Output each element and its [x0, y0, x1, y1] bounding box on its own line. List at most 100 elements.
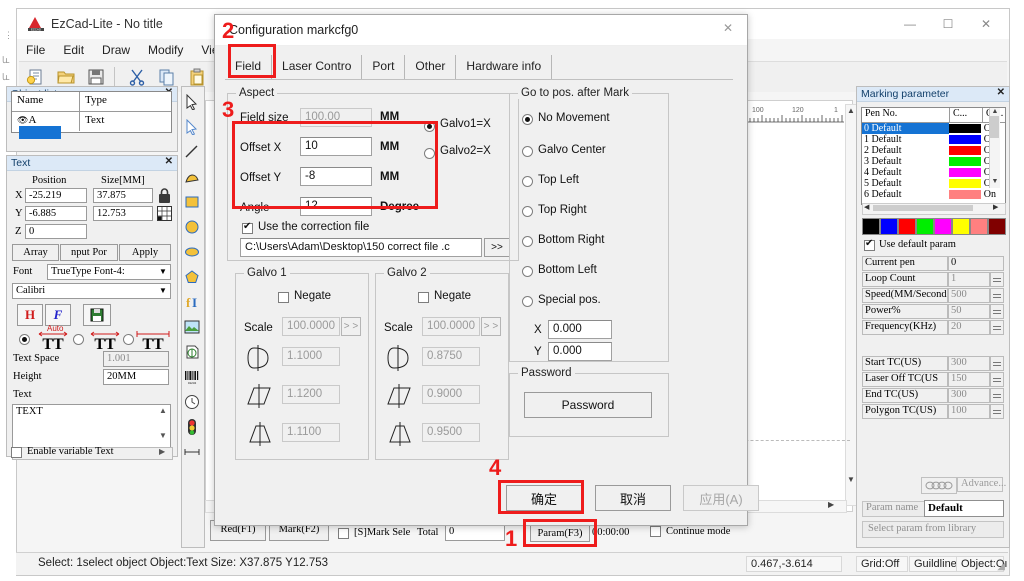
goto-special-pos-radio[interactable]: [522, 296, 533, 307]
height-input[interactable]: 20MM: [103, 369, 169, 385]
param-f3-button[interactable]: Param(F3): [530, 525, 590, 542]
palette-swatch[interactable]: [952, 218, 970, 235]
tab-field[interactable]: Field: [225, 55, 272, 79]
table-row[interactable]: 3 Default On: [862, 156, 1005, 167]
galvo1-negate-checkbox[interactable]: [278, 292, 289, 303]
spread-TT-icon[interactable]: TT: [135, 328, 171, 353]
tab-hardware-info[interactable]: Hardware info: [456, 55, 552, 79]
chain-links-icon[interactable]: [921, 477, 957, 494]
galvo1-scale-input[interactable]: 100.0000: [282, 317, 340, 336]
palette-swatch[interactable]: [988, 218, 1006, 235]
table-row[interactable]: 2 Default On: [862, 145, 1005, 156]
text-content-input[interactable]: TEXT: [12, 404, 171, 450]
galvo2-scale-more-button[interactable]: > >: [481, 317, 501, 336]
goto-top-left-radio[interactable]: [522, 176, 533, 187]
size-y-input[interactable]: 12.753: [93, 206, 153, 221]
table-row[interactable]: 1 Default On: [862, 134, 1005, 145]
field-size-input[interactable]: 100.00: [300, 108, 372, 127]
position-y-input[interactable]: -6.885: [25, 206, 87, 221]
chevron-down-icon[interactable]: ▼: [159, 267, 167, 276]
speed-input[interactable]: 500: [948, 288, 990, 303]
power-stepper[interactable]: [990, 304, 1004, 319]
pen-table-hscrollbar[interactable]: ◀ ▶: [862, 203, 1006, 215]
loop-count-stepper[interactable]: [990, 272, 1004, 287]
align-center-radio[interactable]: [73, 334, 84, 345]
cancel-button[interactable]: 取消: [595, 485, 671, 511]
galvo2-barrel-input[interactable]: 0.8750: [422, 347, 480, 366]
galvo2-scale-input[interactable]: 100.0000: [422, 317, 480, 336]
laser-off-tc-stepper[interactable]: [990, 372, 1004, 387]
text-icon[interactable]: fI: [182, 289, 202, 314]
palette-swatch[interactable]: [898, 218, 916, 235]
goto-no-movement-radio[interactable]: [522, 114, 533, 125]
apply-button[interactable]: 应用(A): [683, 485, 759, 511]
tab-laser-control[interactable]: Laser Contro: [272, 55, 362, 79]
galvo2-trapezoid-input[interactable]: 0.9500: [422, 423, 480, 442]
array-button[interactable]: Array: [12, 244, 59, 261]
curve-icon[interactable]: [182, 164, 202, 189]
bold-H-icon[interactable]: H: [17, 304, 43, 326]
speed-stepper[interactable]: [990, 288, 1004, 303]
laser-off-tc-input[interactable]: 150: [948, 372, 990, 387]
close-button[interactable]: ✕: [967, 13, 1005, 35]
pen-table[interactable]: Pen No. C... On.. 0 Default On 1 Default…: [861, 107, 1006, 205]
select-param-library-button[interactable]: Select param from library: [862, 521, 1004, 538]
dialog-close-icon[interactable]: ✕: [717, 21, 739, 39]
eye-visibility-icon[interactable]: 👁: [17, 115, 28, 125]
scroll-right-icon[interactable]: ▶: [159, 447, 165, 456]
start-tc-stepper[interactable]: [990, 356, 1004, 371]
traffic-light-icon[interactable]: [182, 414, 202, 439]
palette-swatch[interactable]: [916, 218, 934, 235]
menu-modify[interactable]: Modify: [139, 43, 192, 57]
close-icon[interactable]: ✕: [165, 156, 173, 167]
chevron-down-icon[interactable]: ▼: [159, 286, 167, 295]
menu-file[interactable]: File: [17, 43, 54, 57]
center-TT-icon[interactable]: TT: [87, 328, 123, 353]
apply-button[interactable]: Apply: [119, 244, 171, 261]
position-z-input[interactable]: 0: [25, 224, 87, 239]
line-icon[interactable]: [182, 139, 202, 164]
timer-icon[interactable]: [182, 389, 202, 414]
browse-correction-file-button[interactable]: >>: [484, 238, 510, 257]
use-default-param-checkbox[interactable]: [864, 240, 875, 251]
maximize-button[interactable]: ☐: [929, 13, 967, 35]
pen-table-vscrollbar[interactable]: ▲ ▼: [989, 108, 1000, 188]
angle-input[interactable]: 12: [300, 197, 372, 216]
menu-edit[interactable]: Edit: [54, 43, 93, 57]
galvo2-x-radio[interactable]: [424, 148, 435, 159]
advance-button[interactable]: Advance...: [957, 477, 1003, 492]
goto-y-input[interactable]: 0.000: [548, 342, 612, 361]
table-row[interactable]: 6 Default On: [862, 189, 1005, 200]
font-type-select[interactable]: TrueType Font-4:: [47, 264, 171, 280]
italic-F-icon[interactable]: F: [45, 304, 71, 326]
input-port-button[interactable]: nput Por: [60, 244, 118, 261]
table-row[interactable]: 4 Default On: [862, 167, 1005, 178]
scroll-down-icon[interactable]: ▼: [159, 431, 167, 440]
galvo1-barrel-input[interactable]: 1.1000: [282, 347, 340, 366]
end-tc-input[interactable]: 300: [948, 388, 990, 403]
auto-TT-icon[interactable]: TT: [35, 328, 71, 353]
align-auto-radio[interactable]: [19, 334, 30, 345]
image-icon[interactable]: [182, 314, 202, 339]
galvo2-negate-checkbox[interactable]: [418, 292, 429, 303]
position-x-input[interactable]: -25.219: [25, 188, 87, 203]
galvo2-parallel-input[interactable]: 0.9000: [422, 385, 480, 404]
use-correction-file-checkbox[interactable]: [242, 223, 253, 234]
continue-mode-checkbox[interactable]: [650, 526, 661, 537]
frequency-stepper[interactable]: [990, 320, 1004, 335]
mark-selected-checkbox[interactable]: [338, 528, 349, 539]
total-count-input[interactable]: 0: [445, 525, 505, 541]
scroll-up-icon[interactable]: ▲: [159, 406, 167, 415]
galvo1-parallel-input[interactable]: 1.1200: [282, 385, 340, 404]
barcode-icon[interactable]: 01234: [182, 364, 202, 389]
vector-file-icon[interactable]: [182, 339, 202, 364]
anchor-grid-icon[interactable]: [157, 206, 172, 224]
select-arrow-icon[interactable]: [182, 89, 202, 114]
object-list-table[interactable]: Name Type 👁A Text: [11, 91, 172, 133]
table-row[interactable]: 5 Default On: [862, 178, 1005, 189]
text-space-input[interactable]: 1.001: [103, 351, 169, 367]
table-row[interactable]: 👁A Text: [12, 112, 171, 131]
measure-icon[interactable]: [182, 439, 202, 464]
font-name-select[interactable]: Calibri: [12, 283, 171, 299]
galvo1-scale-more-button[interactable]: > >: [341, 317, 361, 336]
